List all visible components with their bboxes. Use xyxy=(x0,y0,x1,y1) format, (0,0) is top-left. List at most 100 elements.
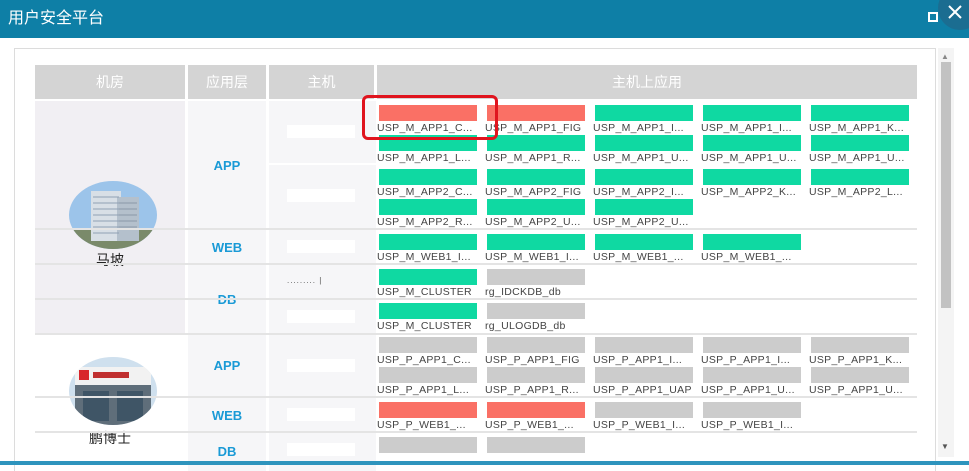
app-tile[interactable]: USP_M_APP2_C... xyxy=(377,169,483,199)
app-tile[interactable]: USP_P_APP1_U... xyxy=(809,367,915,397)
app-tile[interactable]: USP_P_WEB1_I... xyxy=(701,402,807,432)
app-label: USP_P_WEB1_I... xyxy=(701,419,794,431)
layer-label: WEB xyxy=(211,408,243,423)
app-tile[interactable]: USP_M_APP1_I... xyxy=(593,105,699,135)
app-tile[interactable]: USP_P_APP1_I... xyxy=(701,337,807,367)
app-tile[interactable]: USP_M_APP1_R... xyxy=(485,135,591,165)
app-label: USP_M_APP1_U... xyxy=(701,152,797,164)
app-tile[interactable]: USP_M_APP1_FIG xyxy=(485,105,591,135)
app-status-bar xyxy=(811,337,909,353)
host-cell[interactable] xyxy=(269,300,376,333)
app-tile[interactable]: USP_P_WEB1_... xyxy=(377,402,483,432)
app-status-bar xyxy=(811,135,909,151)
app-tile[interactable]: rg_IDCKDB_db xyxy=(485,269,591,299)
app-tile[interactable]: USP_M_APP2_K... xyxy=(701,169,807,199)
host-cell[interactable] xyxy=(269,335,376,396)
app-tile[interactable]: USP_M_APP1_U... xyxy=(593,135,699,165)
app-status-bar xyxy=(379,169,477,185)
maximize-button[interactable] xyxy=(928,12,938,22)
column-header-room: 机房 xyxy=(96,74,124,90)
app-label: USP_P_WEB1_I... xyxy=(593,419,686,431)
app-label: USP_M_CLUSTER xyxy=(377,320,472,332)
app-tile[interactable]: USP_P_APP1_K... xyxy=(809,337,915,367)
host-name-redacted xyxy=(287,189,355,202)
app-label: USP_P_WEB1_... xyxy=(377,419,466,431)
app-status-bar xyxy=(595,199,693,215)
app-tile[interactable]: rg_ULOGDB_db xyxy=(485,303,591,333)
host-cell[interactable] xyxy=(269,433,376,471)
host-name-redacted xyxy=(287,408,355,421)
app-tile[interactable]: USP_M_APP2_I... xyxy=(593,169,699,199)
app-tile[interactable]: USP_M_APP1_K... xyxy=(809,105,915,135)
app-tile[interactable]: USP_P_WEB1_I... xyxy=(593,402,699,432)
app-status-bar xyxy=(703,367,801,383)
app-status-bar xyxy=(487,402,585,418)
layer-label: WEB xyxy=(211,240,243,255)
host-name-redacted xyxy=(287,443,355,456)
app-tile[interactable]: USP_M_WEB1_... xyxy=(593,234,699,264)
vertical-scrollbar[interactable]: ▲ ▼ xyxy=(938,48,954,457)
scroll-thumb[interactable] xyxy=(941,62,951,308)
app-label: USP_P_APP1_C... xyxy=(377,354,471,366)
app-status-bar xyxy=(703,169,801,185)
close-button[interactable] xyxy=(938,0,969,30)
host-cell[interactable]: ......... | xyxy=(269,265,376,298)
app-status-bar xyxy=(379,437,477,453)
app-tile[interactable]: USP_M_APP1_L... xyxy=(377,135,483,165)
app-status-bar xyxy=(379,402,477,418)
app-status-bar xyxy=(487,437,585,453)
app-tile[interactable]: USP_M_APP1_U... xyxy=(701,135,807,165)
app-status-bar xyxy=(595,234,693,250)
host-cell[interactable] xyxy=(269,101,376,163)
host-app-table: 机房 应用层 主机 主机上应用 马坡 鹏博士 APP WEB APP WEB D… xyxy=(35,65,917,471)
host-cell[interactable] xyxy=(269,165,376,228)
app-label: USP_M_APP2_I... xyxy=(593,186,684,198)
app-tile[interactable]: USP_M_APP2_U... xyxy=(593,199,699,229)
app-status-bar xyxy=(379,367,477,383)
app-status-bar xyxy=(379,135,477,151)
app-tile[interactable]: USP_M_APP1_I... xyxy=(701,105,807,135)
layer-cell: WEB xyxy=(188,398,266,431)
app-status-bar xyxy=(595,169,693,185)
app-tile[interactable]: USP_M_WEB1_I... xyxy=(485,234,591,264)
app-tile[interactable]: USP_M_APP2_R... xyxy=(377,199,483,229)
app-tile[interactable]: USP_M_WEB1_I... xyxy=(377,234,483,264)
app-status-bar xyxy=(379,303,477,319)
app-tile[interactable]: USP_P_APP1_UAP xyxy=(593,367,699,397)
app-tile[interactable]: USP_P_APP1_I... xyxy=(593,337,699,367)
app-tile[interactable]: USP_P_APP1_L... xyxy=(377,367,483,397)
app-tile[interactable]: USP_M_APP2_FIG xyxy=(485,169,591,199)
app-tile[interactable]: USP_P_WEB1_... xyxy=(485,402,591,432)
host-name: ......... | xyxy=(287,276,323,285)
app-status-bar xyxy=(487,367,585,383)
host-cell[interactable] xyxy=(269,230,376,263)
app-tile[interactable]: USP_P_APP1_C... xyxy=(377,337,483,367)
app-status-bar xyxy=(595,402,693,418)
app-tile[interactable]: USP_P_APP1_R... xyxy=(485,367,591,397)
app-status-bar xyxy=(595,135,693,151)
app-tile[interactable]: USP_P_APP1_FIG xyxy=(485,337,591,367)
host-cell[interactable] xyxy=(269,398,376,431)
row-divider xyxy=(35,333,917,335)
bottom-border xyxy=(0,461,969,465)
app-tile[interactable]: USP_M_APP1_C... xyxy=(377,105,483,135)
app-tile[interactable]: USP_P_APP1_U... xyxy=(701,367,807,397)
content-panel: 机房 应用层 主机 主机上应用 马坡 鹏博士 APP WEB APP WEB D… xyxy=(14,48,936,471)
building-photo xyxy=(69,181,157,249)
app-tile[interactable]: USP_M_WEB1_... xyxy=(701,234,807,264)
app-status-bar xyxy=(703,402,801,418)
layer-label: DB xyxy=(217,444,237,459)
app-tile[interactable]: USP_M_CLUSTER xyxy=(377,303,483,333)
app-label: USP_M_APP2_C... xyxy=(377,186,473,198)
app-label: rg_ULOGDB_db xyxy=(485,320,566,332)
app-tile[interactable]: USP_M_APP2_L... xyxy=(809,169,915,199)
app-tile[interactable]: USP_M_CLUSTER xyxy=(377,269,483,299)
close-icon xyxy=(948,5,962,19)
layer-cell: APP xyxy=(188,101,266,228)
app-tile[interactable]: USP_M_APP2_U... xyxy=(485,199,591,229)
scroll-up-icon[interactable]: ▲ xyxy=(941,52,949,61)
scroll-down-icon[interactable]: ▼ xyxy=(941,442,949,451)
layer-cell: DB xyxy=(188,433,266,471)
app-tile[interactable]: USP_M_APP1_U... xyxy=(809,135,915,165)
host-name-redacted xyxy=(287,310,355,323)
